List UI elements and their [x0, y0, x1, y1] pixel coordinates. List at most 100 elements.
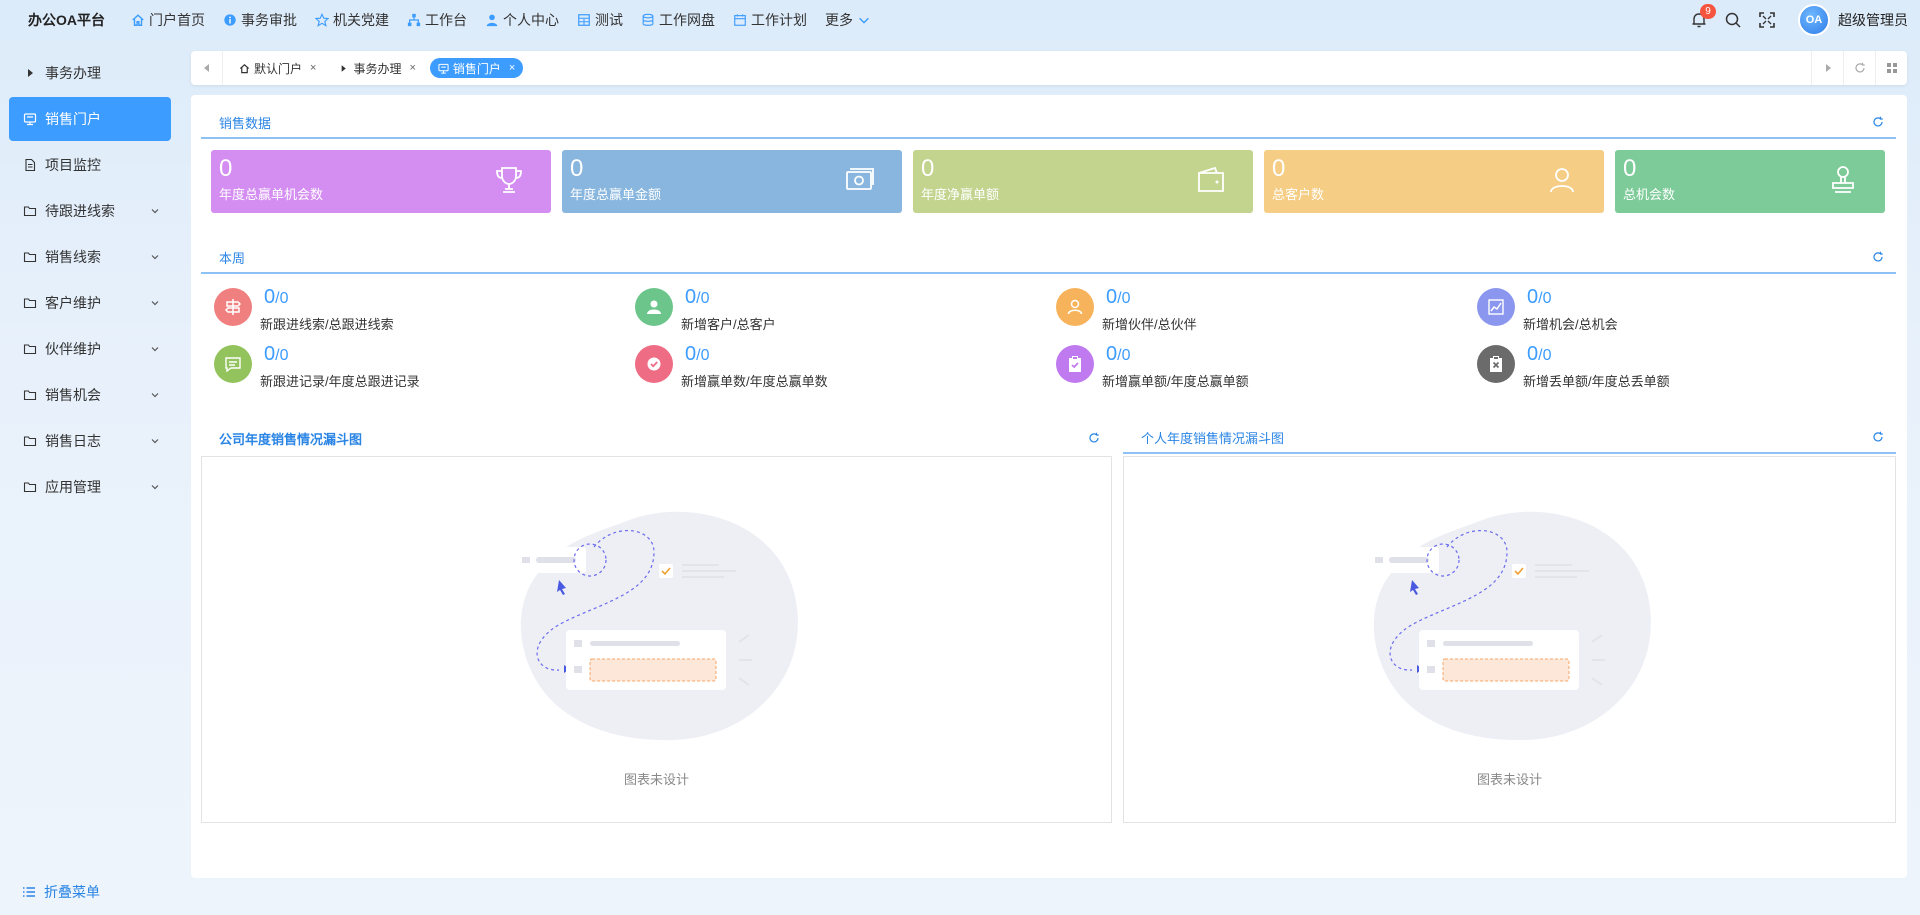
- fullscreen-button[interactable]: [1750, 0, 1784, 40]
- section-this-week: 本周: [201, 242, 1896, 274]
- person-icon: [1550, 168, 1574, 193]
- search-icon: [1724, 11, 1742, 29]
- close-icon[interactable]: ×: [409, 62, 415, 74]
- list-icon: [22, 885, 36, 899]
- week-value: 0/0: [685, 286, 710, 308]
- user-icon: [485, 13, 499, 27]
- folder-icon: [23, 250, 37, 264]
- top-navbar: 办公OA平台 门户首页 事务审批 机关党建 工作台 个人中心 测试 工作网盘 工…: [0, 0, 1920, 40]
- tab-menu-button[interactable]: [1875, 51, 1907, 85]
- grid-icon: [577, 13, 591, 27]
- caret-right-icon: [1823, 63, 1833, 73]
- chevron-down-icon: [151, 255, 159, 260]
- section-title: 个人年度销售情况漏斗图: [1141, 430, 1285, 446]
- stat-card: 0 总机会数: [1615, 150, 1885, 213]
- refresh-icon[interactable]: [1872, 116, 1884, 128]
- close-icon[interactable]: ×: [310, 62, 316, 74]
- week-stat: 0/0 新增客户/总客户: [635, 284, 1035, 334]
- sidebar-item-sales-log[interactable]: 销售日志: [9, 419, 171, 463]
- partner-icon: [1056, 288, 1094, 326]
- tab-refresh-button[interactable]: [1843, 51, 1875, 85]
- close-icon[interactable]: ×: [509, 62, 515, 74]
- week-stat: 0/0 新增伙伴/总伙伴: [1056, 284, 1456, 334]
- database-icon: [641, 13, 655, 27]
- section-title: 销售数据: [219, 115, 272, 131]
- file-icon: [23, 158, 37, 172]
- main-nav: 门户首页 事务审批 机关党建 工作台 个人中心 测试 工作网盘 工作计划 更多: [122, 0, 880, 40]
- clipboard-check-icon: [1056, 345, 1094, 383]
- week-value: 0/0: [264, 343, 289, 365]
- tab-scroll-left[interactable]: [191, 51, 223, 85]
- week-label: 新增赢单额/年度总赢单额: [1102, 374, 1249, 389]
- personal-funnel-panel: 图表未设计: [1123, 456, 1896, 823]
- notification-badge: 9: [1700, 4, 1716, 19]
- sidebar-item-opportunity[interactable]: 销售机会: [9, 373, 171, 417]
- nav-drive[interactable]: 工作网盘: [632, 0, 724, 40]
- week-value: 0/0: [1527, 343, 1552, 365]
- tab-default-portal[interactable]: 默认门户 ×: [231, 58, 324, 78]
- nav-test[interactable]: 测试: [568, 0, 632, 40]
- sidebar-item-project-monitor[interactable]: 项目监控: [9, 143, 171, 187]
- week-label: 新增丢单额/年度总丢单额: [1523, 374, 1670, 389]
- nav-approval[interactable]: 事务审批: [214, 0, 306, 40]
- folder-icon: [23, 388, 37, 402]
- sidebar-item-partner[interactable]: 伙伴维护: [9, 327, 171, 371]
- company-funnel-panel: 图表未设计: [201, 456, 1112, 823]
- nav-personal[interactable]: 个人中心: [476, 0, 568, 40]
- store-icon: [23, 112, 37, 126]
- nav-party[interactable]: 机关党建: [306, 0, 398, 40]
- section-title: 公司年度销售情况漏斗图: [219, 431, 363, 447]
- empty-chart-illustration: [1366, 511, 1651, 741]
- refresh-icon[interactable]: [1872, 251, 1884, 263]
- signpost-icon: [214, 288, 252, 326]
- week-stat: 0/0 新增机会/总机会: [1477, 284, 1877, 334]
- sidebar-item-app-manage[interactable]: 应用管理: [9, 465, 171, 509]
- folder-icon: [23, 434, 37, 448]
- chevron-down-icon: [151, 485, 159, 490]
- tab-sales-portal[interactable]: 销售门户 ×: [429, 58, 524, 78]
- empty-chart-text: 图表未设计: [623, 772, 689, 787]
- sidebar-item-sales-leads[interactable]: 销售线索: [9, 235, 171, 279]
- stat-card: 0 年度总赢单机会数: [211, 150, 551, 213]
- notification-button[interactable]: 9: [1682, 0, 1716, 40]
- money-icon: [846, 168, 874, 190]
- collapse-menu-button[interactable]: 折叠菜单: [22, 882, 100, 902]
- stamp-icon: [1832, 166, 1854, 193]
- tab-scroll-right[interactable]: [1811, 51, 1843, 85]
- week-value: 0/0: [264, 286, 289, 308]
- sidebar-item-customer[interactable]: 客户维护: [9, 281, 171, 325]
- avatar[interactable]: OA: [1798, 4, 1830, 36]
- section-title: 本周: [219, 250, 246, 266]
- chevron-down-icon: [151, 209, 159, 214]
- tab-affairs[interactable]: 事务办理 ×: [330, 58, 423, 78]
- caret-left-icon: [202, 63, 212, 73]
- store-icon: [438, 63, 449, 74]
- nav-plan[interactable]: 工作计划: [724, 0, 816, 40]
- username[interactable]: 超级管理员: [1838, 10, 1908, 30]
- refresh-icon[interactable]: [1872, 431, 1884, 443]
- section-sales-data: 销售数据: [201, 107, 1896, 139]
- stat-card: 0 年度净赢单额: [913, 150, 1253, 213]
- caret-right-icon: [338, 63, 349, 74]
- chevron-down-icon: [151, 393, 159, 398]
- tabs-tools: [1811, 51, 1907, 85]
- week-label: 新增伙伴/总伙伴: [1102, 317, 1197, 332]
- nav-more[interactable]: 更多: [816, 0, 880, 40]
- week-stat: 0/0 新跟进记录/年度总跟进记录: [214, 341, 614, 391]
- week-stat: 0/0 新增赢单额/年度总赢单额: [1056, 341, 1456, 391]
- trophy-icon: [496, 167, 522, 193]
- refresh-icon[interactable]: [1088, 432, 1100, 444]
- section-company-funnel: 公司年度销售情况漏斗图: [201, 422, 1112, 454]
- sidebar-item-affairs[interactable]: 事务办理: [9, 51, 171, 95]
- sidebar-item-pending-leads[interactable]: 待跟进线索: [9, 189, 171, 233]
- nav-home[interactable]: 门户首页: [122, 0, 214, 40]
- trend-icon: [1477, 288, 1515, 326]
- search-button[interactable]: [1716, 0, 1750, 40]
- caret-right-icon: [23, 66, 37, 80]
- apps-icon: [1886, 62, 1898, 74]
- sidebar-item-sales-portal[interactable]: 销售门户: [9, 97, 171, 141]
- top-right-tools: 9 OA 超级管理员: [1682, 0, 1908, 40]
- week-label: 新增机会/总机会: [1523, 317, 1618, 332]
- nav-workbench[interactable]: 工作台: [398, 0, 476, 40]
- wallet-icon: [1198, 166, 1224, 192]
